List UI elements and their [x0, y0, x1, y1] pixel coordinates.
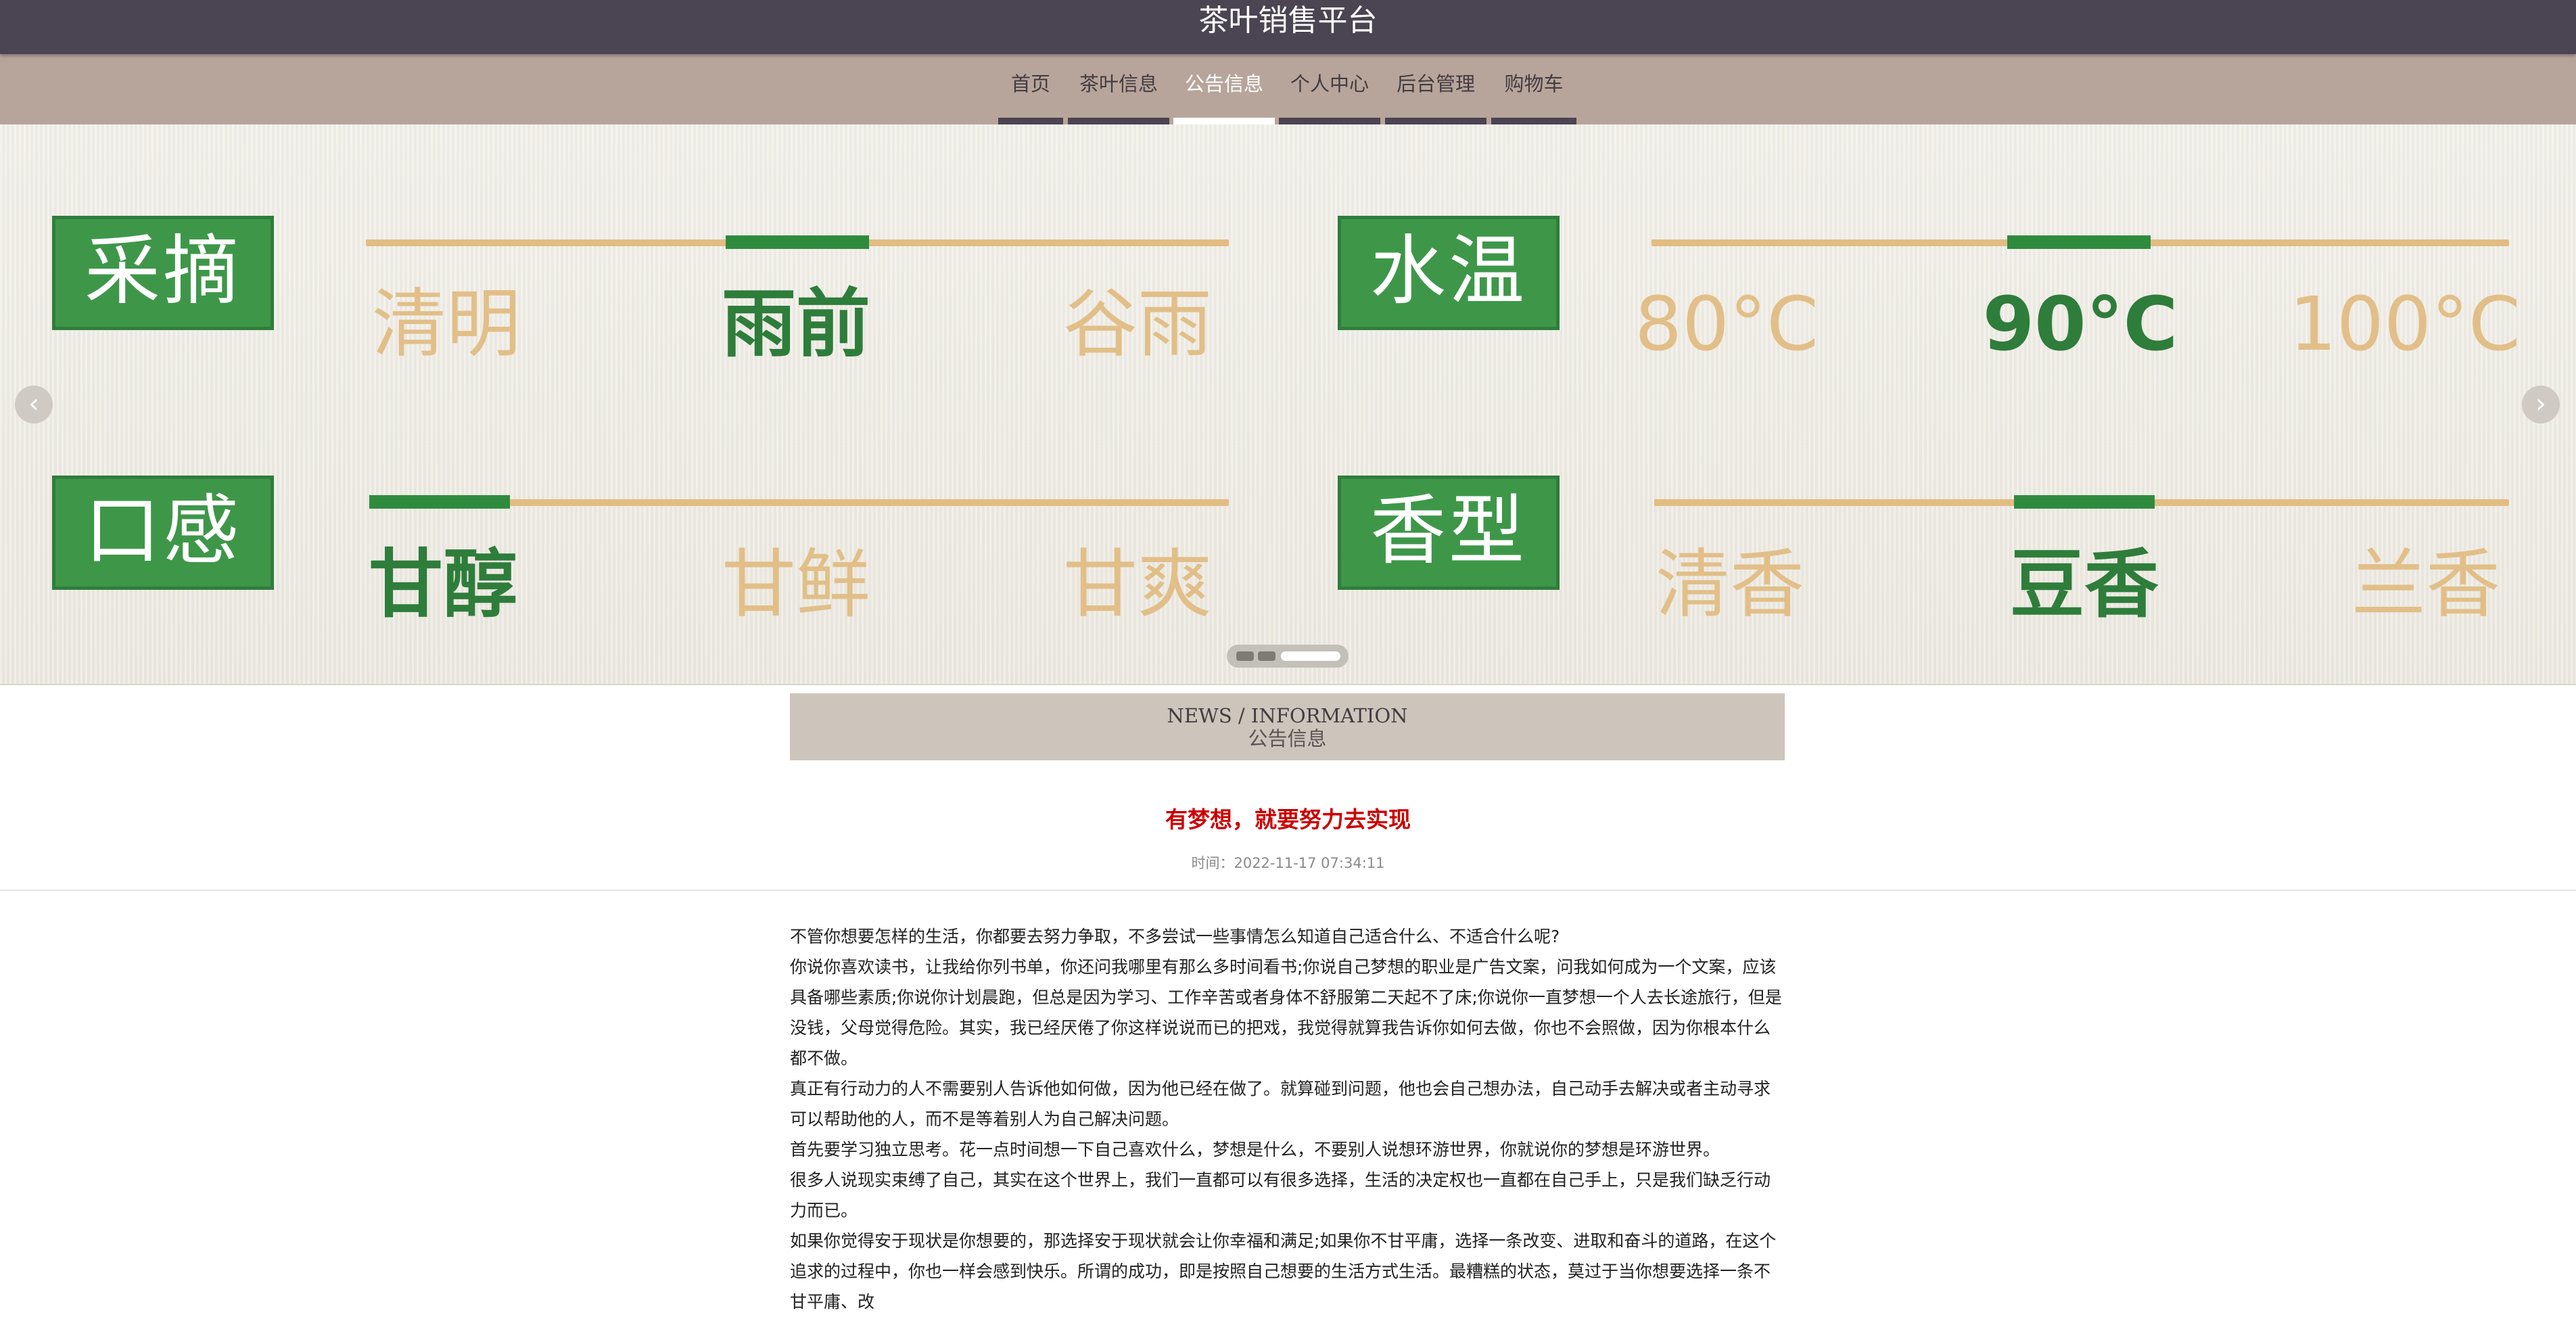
news-title: 有梦想，就要努力去实现: [1165, 806, 1411, 833]
nav-cart-label: 购物车: [1504, 72, 1564, 95]
carousel-prev-button[interactable]: ‹: [15, 386, 53, 423]
nav-cart[interactable]: 购物车: [1490, 54, 1578, 124]
nav-tea-info[interactable]: 茶叶信息: [1067, 54, 1171, 124]
panel-label-aroma: 香型: [1338, 476, 1560, 590]
news-paragraph: 很多人说现实束缚了自己，其实在这个世界上，我们一直都可以有很多选择，生活的决定权…: [790, 1170, 1771, 1220]
nav-indicator: [998, 118, 1063, 124]
chevron-left-icon: ‹: [28, 388, 39, 419]
option-guyu: 谷雨: [1063, 281, 1212, 367]
panel-track-highlight: [369, 495, 510, 509]
panel-track-highlight: [2007, 235, 2151, 249]
carousel-dot-3-active[interactable]: [1281, 651, 1340, 661]
panel-label-picking: 采摘: [52, 216, 274, 330]
nav-profile-label: 个人中心: [1290, 72, 1369, 95]
option-yuqian: 雨前: [722, 281, 870, 367]
nav-home[interactable]: 首页: [997, 54, 1064, 124]
option-ganchun: 甘醇: [369, 541, 517, 628]
panel-track-highlight: [726, 235, 869, 249]
option-ganxian: 甘鲜: [722, 541, 870, 628]
nav-indicator: [1385, 118, 1486, 124]
option-80c: 80°C: [1635, 281, 1819, 367]
nav-profile[interactable]: 个人中心: [1278, 54, 1382, 124]
news-paragraph: 你说你喜欢读书，让我给你列书单，你还问我哪里有那么多时间看书;你说自己梦想的职业…: [790, 957, 1782, 1068]
carousel-dot-1[interactable]: [1236, 651, 1254, 661]
carousel-indicators: [1227, 645, 1349, 668]
news-paragraph: 首先要学习独立思考。花一点时间想一下自己喜欢什么，梦想是什么，不要别人说想环游世…: [790, 1140, 1720, 1159]
carousel-slide: 采摘 清明 雨前 谷雨 水温 80°C 90°C 100°C 口感 甘醇 甘鲜 …: [0, 124, 2576, 684]
nav-tea-info-label: 茶叶信息: [1079, 72, 1158, 95]
carousel-dot-2[interactable]: [1258, 651, 1275, 661]
banner-carousel: 采摘 清明 雨前 谷雨 水温 80°C 90°C 100°C 口感 甘醇 甘鲜 …: [0, 124, 2576, 685]
news-content: 不管你想要怎样的生活，你都要去努力争取，不多尝试一些事情怎么知道自己适合什么、不…: [790, 921, 1785, 1317]
carousel-next-button[interactable]: ›: [2522, 386, 2560, 423]
nav-admin-label: 后台管理: [1396, 72, 1475, 95]
option-lanxiang: 兰香: [2351, 541, 2500, 628]
nav-indicator: [1279, 118, 1380, 124]
nav-indicator-active: [1173, 118, 1275, 124]
news-timestamp: 时间：2022-11-17 07:34:11: [1191, 855, 1385, 871]
option-ganshuang: 甘爽: [1063, 541, 1212, 628]
news-paragraph: 不管你想要怎样的生活，你都要去努力争取，不多尝试一些事情怎么知道自己适合什么、不…: [790, 927, 1560, 946]
nav-announcements-label: 公告信息: [1184, 72, 1263, 95]
news-paragraph: 如果你觉得安于现状是你想要的，那选择安于现状就会让你幸福和满足;如果你不甘平庸，…: [790, 1231, 1777, 1312]
nav-admin[interactable]: 后台管理: [1384, 54, 1488, 124]
section-header: NEWS / INFORMATION 公告信息: [790, 693, 1785, 760]
panel-track-highlight: [2014, 495, 2155, 509]
site-title: 茶叶销售平台: [1198, 3, 1378, 38]
option-100c: 100°C: [2289, 281, 2521, 367]
nav-indicator: [1491, 118, 1576, 124]
site-header: 茶叶销售平台: [0, 0, 2576, 54]
divider: [0, 889, 2576, 891]
section-title-zh: 公告信息: [1248, 727, 1327, 750]
option-qingxiang: 清香: [1656, 541, 1804, 628]
option-qingming: 清明: [372, 281, 521, 367]
nav-announcements[interactable]: 公告信息: [1172, 54, 1276, 124]
chevron-right-icon: ›: [2535, 388, 2546, 419]
panel-label-water-temp: 水温: [1338, 216, 1560, 330]
option-douxiang: 豆香: [2010, 541, 2159, 628]
nav-indicator: [1068, 118, 1169, 124]
panel-label-taste: 口感: [52, 476, 274, 590]
nav-home-label: 首页: [1010, 72, 1050, 95]
news-paragraph: 真正有行动力的人不需要别人告诉他如何做，因为他已经在做了。就算碰到问题，他也会自…: [790, 1079, 1771, 1129]
section-title-en: NEWS / INFORMATION: [1167, 704, 1408, 727]
option-90c: 90°C: [1982, 281, 2178, 367]
main-nav: 首页 茶叶信息 公告信息 个人中心 后台管理 购物车: [0, 54, 2576, 124]
